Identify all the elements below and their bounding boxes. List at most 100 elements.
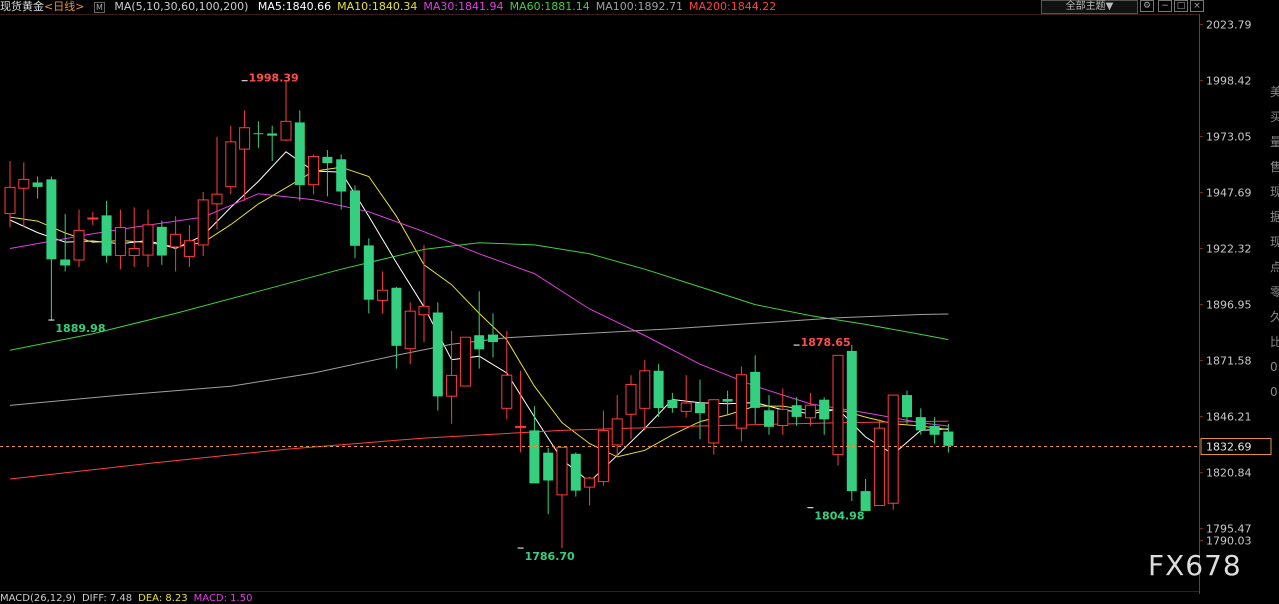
candle-13[interactable] — [183, 225, 195, 268]
settings-icon[interactable]: ⚙ — [1140, 0, 1154, 12]
candle-47[interactable] — [653, 364, 664, 418]
candle-18[interactable] — [253, 121, 264, 148]
candle-6[interactable] — [87, 211, 99, 226]
candle-58[interactable] — [804, 392, 816, 426]
candlestick-chart[interactable]: 2023.79 1998.42 1973.05 1947.69 1922.32 1896.… — [0, 0, 1279, 602]
side-glyph-4: 现 — [1270, 185, 1279, 199]
candle-body-1 — [18, 178, 30, 189]
candle-22[interactable] — [308, 154, 320, 195]
candle-62[interactable] — [860, 478, 871, 511]
candle-body-28 — [391, 287, 402, 346]
candle-50[interactable] — [695, 379, 705, 440]
candle-56[interactable] — [777, 388, 789, 435]
period-label[interactable]: <日线> — [44, 0, 84, 13]
candle-11[interactable] — [156, 220, 167, 265]
candle-body-40 — [556, 446, 568, 496]
candle-68[interactable] — [943, 423, 954, 453]
candle-23[interactable] — [322, 150, 333, 197]
candle-20[interactable] — [280, 80, 292, 142]
candle-10[interactable] — [142, 209, 154, 268]
candle-59[interactable] — [819, 397, 830, 435]
candle-9[interactable] — [128, 207, 140, 268]
candle-39[interactable] — [543, 448, 554, 515]
candle-19[interactable] — [267, 125, 278, 162]
candle-55[interactable] — [764, 395, 774, 435]
candle-body-3 — [46, 179, 57, 260]
minimize-icon[interactable]: − — [1158, 0, 1172, 12]
y-tick-label-0: 2023.79 — [1206, 19, 1252, 32]
candle-body-56 — [777, 408, 789, 427]
candle-body-58 — [804, 404, 816, 419]
candle-48[interactable] — [667, 392, 678, 413]
candle-63[interactable] — [873, 419, 885, 506]
annotation-label-3: 1878.65 — [801, 336, 851, 349]
candle-24[interactable] — [336, 154, 347, 210]
candle-body-65 — [902, 395, 912, 418]
candle-42[interactable] — [584, 476, 596, 506]
candle-53[interactable] — [735, 366, 747, 442]
candle-40[interactable] — [556, 446, 568, 549]
candle-31[interactable] — [432, 302, 443, 411]
candle-12[interactable] — [170, 216, 182, 272]
candle-17[interactable] — [239, 110, 251, 201]
candle-body-31 — [432, 312, 443, 397]
candle-15[interactable] — [211, 136, 223, 230]
candle-body-52 — [722, 399, 733, 402]
candle-27[interactable] — [377, 271, 389, 314]
candle-46[interactable] — [639, 359, 651, 431]
candle-1[interactable] — [18, 162, 30, 228]
candle-7[interactable] — [101, 200, 112, 263]
candle-41[interactable] — [570, 452, 581, 497]
y-tick-label-8: 1820.84 — [1206, 467, 1252, 480]
close-icon[interactable]: × — [1190, 0, 1204, 12]
candle-14[interactable] — [197, 191, 209, 256]
ma-indicator-icon[interactable]: M — [93, 2, 105, 13]
candle-37[interactable] — [515, 370, 527, 453]
candle-64[interactable] — [887, 394, 899, 510]
candle-body-45 — [625, 383, 637, 415]
candle-body-16 — [225, 141, 237, 188]
side-glyph-3: 售 — [1270, 160, 1279, 174]
side-panel-text: 美买量售现据现点零久比 0 0 — [1270, 80, 1279, 405]
side-glyph-11: 0 — [1270, 360, 1278, 374]
candle-body-64 — [887, 394, 899, 504]
candle-36[interactable] — [501, 331, 513, 420]
instrument-name[interactable]: 现货黄金 — [0, 0, 44, 13]
candle-33[interactable] — [459, 336, 471, 387]
candle-body-33 — [459, 336, 471, 387]
candle-35[interactable] — [488, 313, 498, 358]
theme-select-button[interactable]: 全部主题▼ — [1041, 0, 1138, 14]
candle-52[interactable] — [722, 390, 733, 415]
maximize-icon[interactable]: □ — [1174, 0, 1188, 12]
candle-21[interactable] — [294, 110, 305, 201]
candle-43[interactable] — [597, 410, 609, 486]
candle-25[interactable] — [350, 185, 360, 259]
candle-44[interactable] — [611, 395, 623, 457]
ma-value-2: MA30:1841.94 — [423, 0, 504, 13]
candle-body-43 — [597, 430, 609, 483]
y-tick-label-5: 1896.95 — [1206, 299, 1252, 312]
annotation-label-1: 1889.98 — [55, 322, 105, 335]
candle-61[interactable] — [846, 345, 857, 502]
candle-body-25 — [350, 190, 360, 246]
candle-45[interactable] — [625, 375, 637, 440]
candle-body-19 — [267, 133, 278, 136]
candle-66[interactable] — [915, 408, 926, 435]
candle-54[interactable] — [750, 355, 761, 424]
y-tick-label-6: 1871.58 — [1206, 355, 1252, 368]
candle-body-46 — [639, 370, 651, 409]
candle-60[interactable] — [832, 354, 844, 466]
candle-8[interactable] — [114, 209, 126, 270]
candle-49[interactable] — [680, 375, 692, 418]
candle-65[interactable] — [902, 390, 912, 424]
candle-29[interactable] — [404, 302, 416, 365]
candle-3[interactable] — [46, 176, 57, 321]
candle-2[interactable] — [32, 176, 43, 199]
candle-38[interactable] — [529, 406, 540, 484]
candle-16[interactable] — [225, 125, 237, 195]
candle-26[interactable] — [363, 238, 374, 314]
candle-body-32 — [446, 374, 458, 397]
candle-5[interactable] — [73, 209, 85, 268]
candle-4[interactable] — [60, 214, 71, 272]
candle-57[interactable] — [791, 397, 802, 426]
